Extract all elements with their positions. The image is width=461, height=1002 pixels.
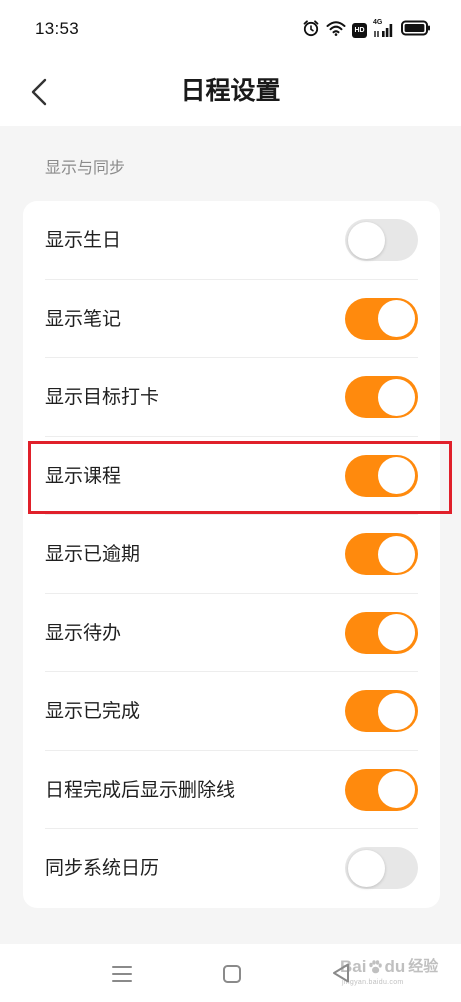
setting-row-show-overdue: 显示已逾期 — [23, 515, 440, 594]
toggle-show-completed[interactable] — [345, 690, 418, 733]
toggle-show-courses[interactable] — [345, 454, 418, 497]
toggle-show-overdue[interactable] — [345, 533, 418, 576]
setting-label: 显示笔记 — [45, 307, 122, 330]
toggle-show-birthday[interactable] — [345, 219, 418, 262]
toggle-knob — [348, 849, 385, 887]
setting-row-show-birthday: 显示生日 — [23, 201, 440, 280]
toggle-sync-calendar[interactable] — [345, 847, 418, 890]
toggle-knob — [378, 771, 415, 809]
hd-icon: HD — [352, 22, 367, 38]
toggle-knob — [378, 535, 415, 573]
toggle-knob — [378, 378, 415, 416]
page-title: 日程设置 — [180, 76, 281, 105]
battery-icon — [401, 20, 431, 40]
menu-icon[interactable] — [110, 964, 134, 984]
system-nav-bar — [0, 944, 461, 1002]
toggle-knob — [378, 692, 415, 730]
toggle-show-notes[interactable] — [345, 297, 418, 340]
toggle-knob — [378, 614, 415, 652]
setting-label: 显示目标打卡 — [45, 386, 160, 409]
back-triangle-icon[interactable] — [331, 962, 351, 984]
setting-label: 显示已逾期 — [45, 543, 141, 566]
setting-row-strikethrough: 日程完成后显示删除线 — [23, 751, 440, 830]
setting-label: 显示课程 — [45, 464, 122, 487]
setting-row-show-completed: 显示已完成 — [23, 672, 440, 751]
status-bar: 13:53 HD 4G — [0, 0, 461, 60]
toggle-show-goal-checkin[interactable] — [345, 376, 418, 419]
setting-label: 显示待办 — [45, 621, 122, 644]
signal-icon: 4G — [373, 19, 395, 39]
settings-card: 显示生日 显示笔记 显示目标打卡 显示课程 显示已逾期 显示待办 显示已完成 日… — [23, 201, 440, 908]
setting-row-show-notes: 显示笔记 — [23, 280, 440, 359]
toggle-knob — [348, 221, 385, 259]
app-header: 日程设置 — [0, 60, 461, 126]
setting-label: 日程完成后显示删除线 — [45, 778, 236, 801]
setting-label: 显示已完成 — [45, 700, 141, 723]
setting-row-sync-calendar: 同步系统日历 — [23, 829, 440, 908]
toggle-knob — [378, 457, 415, 495]
toggle-knob — [378, 300, 415, 338]
toggle-strikethrough[interactable] — [345, 768, 418, 811]
toggle-show-todo[interactable] — [345, 611, 418, 654]
status-time: 13:53 — [35, 19, 80, 38]
section-label: 显示与同步 — [45, 158, 126, 177]
home-icon[interactable] — [222, 964, 242, 984]
setting-row-show-courses: 显示课程 — [23, 437, 440, 516]
setting-label: 显示生日 — [45, 229, 122, 252]
setting-row-show-todo: 显示待办 — [23, 594, 440, 673]
setting-label: 同步系统日历 — [45, 857, 160, 880]
alarm-icon — [302, 19, 320, 41]
setting-row-show-goal-checkin: 显示目标打卡 — [23, 358, 440, 437]
wifi-icon — [326, 20, 346, 40]
status-icons: HD 4G — [302, 19, 431, 41]
